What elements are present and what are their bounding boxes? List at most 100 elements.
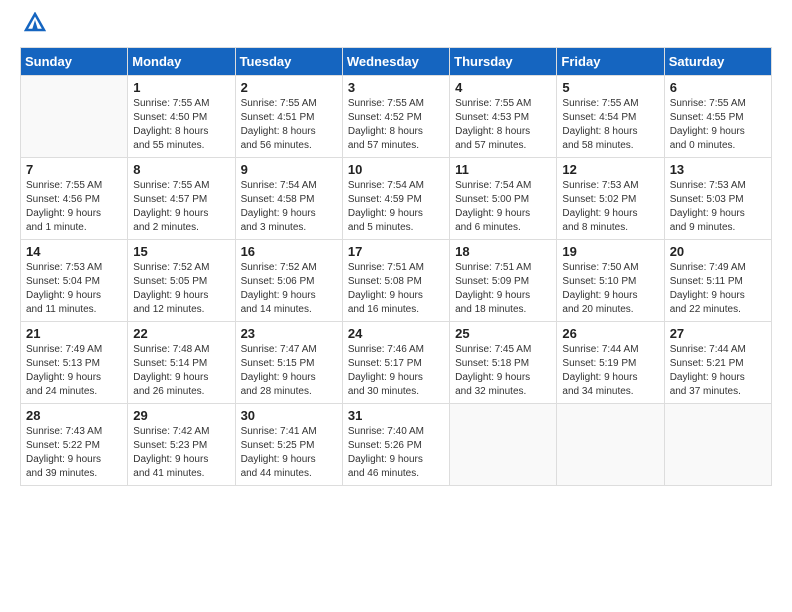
week-row-2: 7 Sunrise: 7:55 AM Sunset: 4:56 PM Daylig… [21,157,772,239]
day-number: 10 [348,162,444,177]
day-info: Sunrise: 7:48 AM Sunset: 5:14 PM Dayligh… [133,343,229,399]
col-header-sunday: Sunday [21,47,128,75]
day-cell: 16 Sunrise: 7:52 AM Sunset: 5:06 PM Dayli… [235,239,342,321]
day-number: 12 [562,162,658,177]
day-info: Sunrise: 7:44 AM Sunset: 5:21 PM Dayligh… [670,343,766,399]
day-number: 16 [241,244,337,259]
day-number: 14 [26,244,122,259]
day-cell: 9 Sunrise: 7:54 AM Sunset: 4:58 PM Daylig… [235,157,342,239]
day-cell: 10 Sunrise: 7:54 AM Sunset: 4:59 PM Dayli… [342,157,449,239]
day-info: Sunrise: 7:49 AM Sunset: 5:11 PM Dayligh… [670,261,766,317]
day-cell: 20 Sunrise: 7:49 AM Sunset: 5:11 PM Dayli… [664,239,771,321]
day-number: 28 [26,408,122,423]
day-info: Sunrise: 7:51 AM Sunset: 5:08 PM Dayligh… [348,261,444,317]
day-cell: 2 Sunrise: 7:55 AM Sunset: 4:51 PM Daylig… [235,75,342,157]
day-cell: 22 Sunrise: 7:48 AM Sunset: 5:14 PM Dayli… [128,321,235,403]
day-cell: 30 Sunrise: 7:41 AM Sunset: 5:25 PM Dayli… [235,403,342,485]
day-cell: 27 Sunrise: 7:44 AM Sunset: 5:21 PM Dayli… [664,321,771,403]
day-cell: 25Sunrise: 7:45 AM Sunset: 5:18 PM Dayli… [450,321,557,403]
day-cell [664,403,771,485]
header [20,16,772,37]
day-info: Sunrise: 7:50 AM Sunset: 5:10 PM Dayligh… [562,261,658,317]
day-info: Sunrise: 7:43 AM Sunset: 5:22 PM Dayligh… [26,425,122,481]
day-cell: 12 Sunrise: 7:53 AM Sunset: 5:02 PM Dayli… [557,157,664,239]
day-number: 29 [133,408,229,423]
col-header-tuesday: Tuesday [235,47,342,75]
logo-icon [24,12,46,37]
day-number: 21 [26,326,122,341]
col-header-monday: Monday [128,47,235,75]
col-header-thursday: Thursday [450,47,557,75]
week-row-4: 21 Sunrise: 7:49 AM Sunset: 5:13 PM Dayli… [21,321,772,403]
day-number: 7 [26,162,122,177]
day-cell: 6Sunrise: 7:55 AM Sunset: 4:55 PM Daylig… [664,75,771,157]
day-info: Sunrise: 7:53 AM Sunset: 5:03 PM Dayligh… [670,179,766,235]
day-info: Sunrise: 7:55 AM Sunset: 4:52 PM Dayligh… [348,97,444,153]
day-cell: 14 Sunrise: 7:53 AM Sunset: 5:04 PM Dayli… [21,239,128,321]
day-info: Sunrise: 7:54 AM Sunset: 4:59 PM Dayligh… [348,179,444,235]
day-cell: 7 Sunrise: 7:55 AM Sunset: 4:56 PM Daylig… [21,157,128,239]
day-number: 8 [133,162,229,177]
week-row-3: 14 Sunrise: 7:53 AM Sunset: 5:04 PM Dayli… [21,239,772,321]
day-number: 19 [562,244,658,259]
col-header-wednesday: Wednesday [342,47,449,75]
col-header-friday: Friday [557,47,664,75]
day-info: Sunrise: 7:54 AM Sunset: 4:58 PM Dayligh… [241,179,337,235]
day-info: Sunrise: 7:41 AM Sunset: 5:25 PM Dayligh… [241,425,337,481]
day-number: 22 [133,326,229,341]
day-number: 30 [241,408,337,423]
day-number: 1 [133,80,229,95]
day-info: Sunrise: 7:55 AM Sunset: 4:53 PM Dayligh… [455,97,551,153]
day-cell: 8 Sunrise: 7:55 AM Sunset: 4:57 PM Daylig… [128,157,235,239]
day-number: 18 [455,244,551,259]
day-info: Sunrise: 7:51 AM Sunset: 5:09 PM Dayligh… [455,261,551,317]
day-info: Sunrise: 7:44 AM Sunset: 5:19 PM Dayligh… [562,343,658,399]
day-info: Sunrise: 7:40 AM Sunset: 5:26 PM Dayligh… [348,425,444,481]
day-number: 13 [670,162,766,177]
day-info: Sunrise: 7:47 AM Sunset: 5:15 PM Dayligh… [241,343,337,399]
day-number: 17 [348,244,444,259]
day-number: 11 [455,162,551,177]
day-cell: 23 Sunrise: 7:47 AM Sunset: 5:15 PM Dayli… [235,321,342,403]
day-cell [557,403,664,485]
day-info: Sunrise: 7:54 AM Sunset: 5:00 PM Dayligh… [455,179,551,235]
day-number: 23 [241,326,337,341]
day-number: 2 [241,80,337,95]
day-info: Sunrise: 7:55 AM Sunset: 4:54 PM Dayligh… [562,97,658,153]
day-number: 4 [455,80,551,95]
day-info: Sunrise: 7:55 AM Sunset: 4:56 PM Dayligh… [26,179,122,235]
page: SundayMondayTuesdayWednesdayThursdayFrid… [0,0,792,496]
day-cell: 26 Sunrise: 7:44 AM Sunset: 5:19 PM Dayli… [557,321,664,403]
day-info: Sunrise: 7:49 AM Sunset: 5:13 PM Dayligh… [26,343,122,399]
day-number: 5 [562,80,658,95]
day-info: Sunrise: 7:52 AM Sunset: 5:05 PM Dayligh… [133,261,229,317]
day-cell [450,403,557,485]
week-row-1: 1 Sunrise: 7:55 AM Sunset: 4:50 PM Daylig… [21,75,772,157]
day-info: Sunrise: 7:53 AM Sunset: 5:04 PM Dayligh… [26,261,122,317]
col-header-saturday: Saturday [664,47,771,75]
day-number: 20 [670,244,766,259]
day-cell: 15 Sunrise: 7:52 AM Sunset: 5:05 PM Dayli… [128,239,235,321]
day-number: 9 [241,162,337,177]
day-cell: 19 Sunrise: 7:50 AM Sunset: 5:10 PM Dayli… [557,239,664,321]
calendar-table: SundayMondayTuesdayWednesdayThursdayFrid… [20,47,772,486]
day-number: 15 [133,244,229,259]
day-cell: 3Sunrise: 7:55 AM Sunset: 4:52 PM Daylig… [342,75,449,157]
day-cell: 18 Sunrise: 7:51 AM Sunset: 5:09 PM Dayli… [450,239,557,321]
day-number: 26 [562,326,658,341]
day-info: Sunrise: 7:52 AM Sunset: 5:06 PM Dayligh… [241,261,337,317]
day-cell: 17 Sunrise: 7:51 AM Sunset: 5:08 PM Dayli… [342,239,449,321]
day-info: Sunrise: 7:42 AM Sunset: 5:23 PM Dayligh… [133,425,229,481]
day-cell: 31 Sunrise: 7:40 AM Sunset: 5:26 PM Dayli… [342,403,449,485]
day-cell: 11 Sunrise: 7:54 AM Sunset: 5:00 PM Dayli… [450,157,557,239]
day-info: Sunrise: 7:55 AM Sunset: 4:57 PM Dayligh… [133,179,229,235]
day-info: Sunrise: 7:55 AM Sunset: 4:55 PM Dayligh… [670,97,766,153]
day-cell: 28 Sunrise: 7:43 AM Sunset: 5:22 PM Dayli… [21,403,128,485]
day-number: 31 [348,408,444,423]
day-number: 27 [670,326,766,341]
day-info: Sunrise: 7:55 AM Sunset: 4:50 PM Dayligh… [133,97,229,153]
day-cell: 21 Sunrise: 7:49 AM Sunset: 5:13 PM Dayli… [21,321,128,403]
day-info: Sunrise: 7:45 AM Sunset: 5:18 PM Dayligh… [455,343,551,399]
day-info: Sunrise: 7:53 AM Sunset: 5:02 PM Dayligh… [562,179,658,235]
day-info: Sunrise: 7:55 AM Sunset: 4:51 PM Dayligh… [241,97,337,153]
